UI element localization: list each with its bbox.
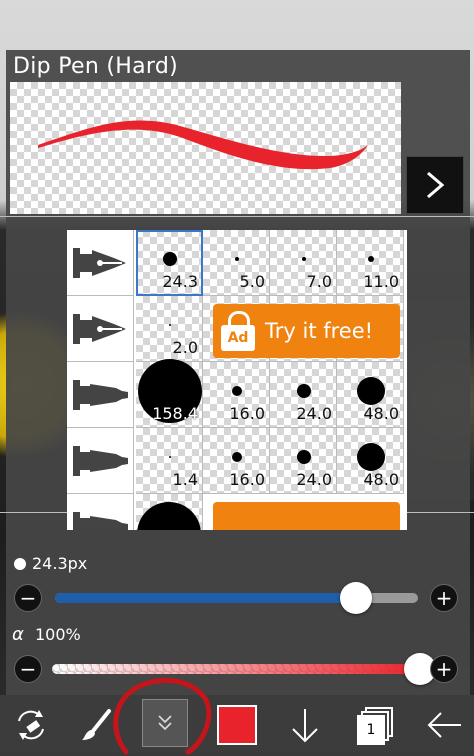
ad-badge: Ad	[221, 325, 255, 351]
ad-text: Try it free!	[265, 319, 374, 343]
size-increase-button[interactable]: +	[430, 584, 458, 612]
brush-size-cell[interactable]: 7.0	[270, 230, 337, 296]
brush-size-cell[interactable]: 11.0	[337, 230, 404, 296]
opacity-decrease-button[interactable]: −	[14, 655, 42, 683]
brush-size-dot	[231, 452, 242, 462]
brush-size-dot	[367, 256, 374, 262]
minus-icon: −	[19, 657, 37, 681]
brush-size-cell[interactable]: 24.0	[270, 428, 337, 494]
size-decrease-button[interactable]: −	[14, 584, 42, 612]
brush-size-label: 2.0	[172, 338, 198, 357]
brush-size-cell[interactable]: 24.3	[136, 230, 203, 296]
brush-size-label: 48.0	[363, 404, 399, 423]
ad-banner[interactable]	[213, 502, 400, 530]
brush-size-grid: 24.3 5.0 7.0 11.0 2.0 Ad Try it free! 158.4 16.0…	[67, 230, 407, 530]
marker-pen-icon	[73, 445, 128, 476]
next-brush-button[interactable]	[406, 156, 464, 214]
size-value: 24.3px	[32, 554, 88, 573]
opacity-increase-button[interactable]: +	[430, 655, 458, 683]
arrow-left-icon	[427, 712, 461, 738]
brush-type-cell[interactable]	[67, 230, 134, 296]
brush-size-cell[interactable]: 24.0	[270, 362, 337, 428]
brush-size-cell[interactable]: 158.4	[136, 359, 203, 428]
dip-pen-icon	[73, 313, 126, 344]
back-button[interactable]	[420, 700, 470, 750]
size-readout: 24.3px	[14, 554, 87, 573]
brush-size-dot	[162, 252, 177, 266]
stroke-preview-path	[38, 120, 368, 170]
brush-size-dot	[296, 384, 311, 398]
brush-size-cell[interactable]: 5.0	[203, 230, 270, 296]
minus-icon: −	[19, 586, 37, 610]
size-dot-icon	[14, 557, 26, 570]
alpha-symbol: α	[12, 624, 24, 645]
brush-size-dot	[296, 450, 311, 464]
brush-size-label: 48.0	[363, 470, 399, 489]
layers-button[interactable]: 1	[350, 700, 400, 750]
layers-icon: 1	[357, 707, 393, 745]
brush-size-cell[interactable]: 16.0	[203, 428, 270, 494]
brush-size-cell[interactable]: 48.0	[337, 428, 404, 494]
brush-type-cell[interactable]	[67, 362, 134, 428]
brush-size-dot	[356, 443, 385, 471]
brush-size-label: 24.0	[296, 470, 332, 489]
brush-size-dot	[356, 377, 385, 405]
brush-size-label: 7.0	[306, 272, 332, 291]
brush-type-cell[interactable]	[67, 428, 134, 494]
opacity-readout: α 100%	[12, 624, 81, 645]
ad-lock-icon: Ad	[221, 311, 255, 351]
layer-count: 1	[357, 715, 385, 745]
brush-size-dot	[168, 324, 171, 326]
chevron-right-icon	[427, 171, 445, 199]
brush-size-label: 16.0	[229, 404, 265, 423]
plus-icon: +	[435, 586, 453, 610]
marker-pen-icon	[73, 511, 128, 530]
brush-size-label: 158.4	[152, 404, 198, 423]
brush-type-cell[interactable]	[67, 296, 134, 362]
brush-type-cell[interactable]	[67, 494, 134, 530]
opacity-value: 100%	[34, 625, 81, 644]
brush-stroke-preview	[10, 82, 401, 214]
marker-pen-icon	[73, 379, 128, 410]
dip-pen-icon	[73, 247, 126, 278]
brush-name: Dip Pen (Hard)	[13, 54, 178, 79]
brush-size-cell[interactable]: 48.0	[337, 362, 404, 428]
brush-size-cell[interactable]: 1.4	[136, 428, 203, 494]
arrow-down-icon	[292, 709, 318, 743]
swap-tools-button[interactable]	[6, 700, 56, 750]
brush-size-label: 5.0	[239, 272, 265, 291]
brush-size-dot	[168, 456, 171, 458]
divider-top	[0, 216, 474, 217]
color-swatch	[217, 705, 257, 745]
brush-size-label: 1.4	[172, 470, 198, 489]
brush-size-dot	[231, 386, 242, 396]
brush-size-cell[interactable]: 16.0	[203, 362, 270, 428]
ad-banner[interactable]: Ad Try it free!	[213, 304, 400, 358]
brush-size-dot	[301, 257, 306, 261]
brush-size-cell[interactable]	[136, 494, 203, 530]
brush-size-dot	[234, 257, 239, 261]
color-swatch-button[interactable]	[212, 700, 262, 750]
swap-tools-icon	[18, 710, 44, 740]
move-down-button[interactable]	[280, 700, 330, 750]
brush-size-label: 24.3	[162, 272, 198, 291]
brush-size-cell[interactable]: 2.0	[136, 296, 203, 362]
plus-icon: +	[435, 657, 453, 681]
brush-size-label: 24.0	[296, 404, 332, 423]
hand-drawn-circle-annotation	[113, 677, 212, 755]
size-slider-fill	[55, 593, 357, 603]
brush-size-label: 16.0	[229, 470, 265, 489]
brush-size-dot	[137, 502, 201, 530]
stroke-preview-svg	[38, 120, 368, 170]
brush-size-label: 11.0	[363, 272, 399, 291]
